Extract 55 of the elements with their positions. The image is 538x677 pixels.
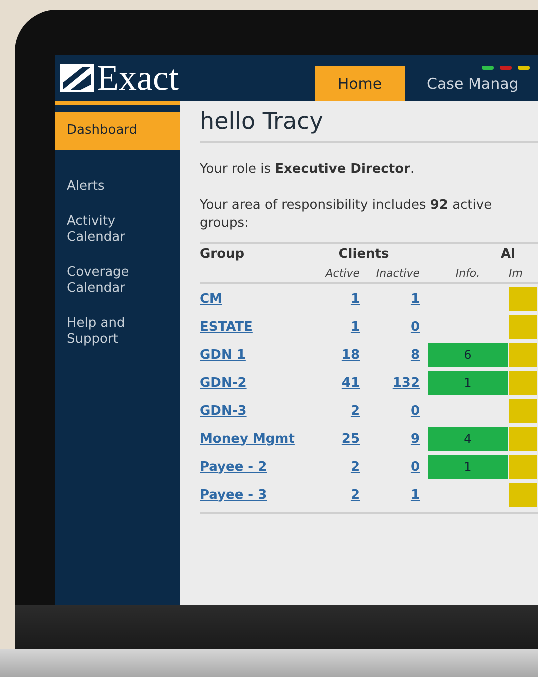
group-link[interactable]: GDN-2 <box>200 376 247 390</box>
info-count: 1 <box>428 371 508 395</box>
count-link[interactable]: 2 <box>350 404 360 418</box>
role-text: Your role is Executive Director. <box>200 161 416 179</box>
column-subheader: Inactive <box>375 266 421 280</box>
info-count: 6 <box>428 343 508 367</box>
count-link[interactable]: 18 <box>342 348 360 362</box>
column-header: Al <box>500 246 517 262</box>
logo-icon <box>59 63 95 93</box>
column-header: Group <box>200 246 246 262</box>
alert-indicator <box>509 455 537 479</box>
info-count: 4 <box>428 427 508 451</box>
column-header: Clients <box>338 246 390 262</box>
count-link[interactable]: 2 <box>350 488 360 502</box>
nav-tab[interactable]: Case Manag <box>415 66 531 101</box>
count-link[interactable]: 1 <box>410 292 420 306</box>
count-link[interactable]: 41 <box>342 376 360 390</box>
responsibility-text: Your area of responsibility includes 92 active groups: <box>200 197 494 233</box>
sidebar-item[interactable]: Activity Calendar <box>55 214 164 246</box>
alert-indicator <box>509 399 537 423</box>
group-link[interactable]: CM <box>200 292 222 306</box>
nav-tab[interactable]: Home <box>315 66 405 101</box>
group-link[interactable]: Payee - 2 <box>200 460 268 474</box>
sidebar-item[interactable]: Coverage Calendar <box>55 265 164 297</box>
alert-indicator <box>509 287 537 311</box>
count-link[interactable]: 0 <box>410 320 420 334</box>
alert-indicator <box>509 427 537 451</box>
column-subheader: Active <box>324 266 361 280</box>
column-subheader: Im <box>508 266 524 280</box>
group-link[interactable]: Payee - 3 <box>200 488 268 502</box>
count-link[interactable]: 8 <box>410 348 420 362</box>
sidebar-item[interactable]: Alerts <box>55 179 164 195</box>
count-link[interactable]: 1 <box>350 292 360 306</box>
alert-indicator <box>509 343 537 367</box>
sidebar-item[interactable]: Help and Support <box>55 316 164 348</box>
count-link[interactable]: 1 <box>410 488 420 502</box>
count-link[interactable]: 0 <box>410 404 420 418</box>
alert-indicator <box>509 371 537 395</box>
group-link[interactable]: GDN-3 <box>200 404 247 418</box>
logo-text: Exact <box>97 58 179 98</box>
count-link[interactable]: 25 <box>342 432 360 446</box>
column-subheader: Info. <box>454 266 482 280</box>
count-link[interactable]: 9 <box>410 432 420 446</box>
group-link[interactable]: Money Mgmt <box>200 432 295 446</box>
count-link[interactable]: 132 <box>392 376 420 390</box>
page-title: hello Tracy <box>200 109 538 143</box>
sidebar-item[interactable]: Dashboard <box>55 112 180 150</box>
alert-indicator <box>509 483 537 507</box>
count-link[interactable]: 0 <box>410 460 420 474</box>
count-link[interactable]: 1 <box>350 320 360 334</box>
group-link[interactable]: ESTATE <box>200 320 253 334</box>
group-link[interactable]: GDN 1 <box>200 348 246 362</box>
count-link[interactable]: 2 <box>350 460 360 474</box>
info-count: 1 <box>428 455 508 479</box>
alert-indicator <box>509 315 537 339</box>
